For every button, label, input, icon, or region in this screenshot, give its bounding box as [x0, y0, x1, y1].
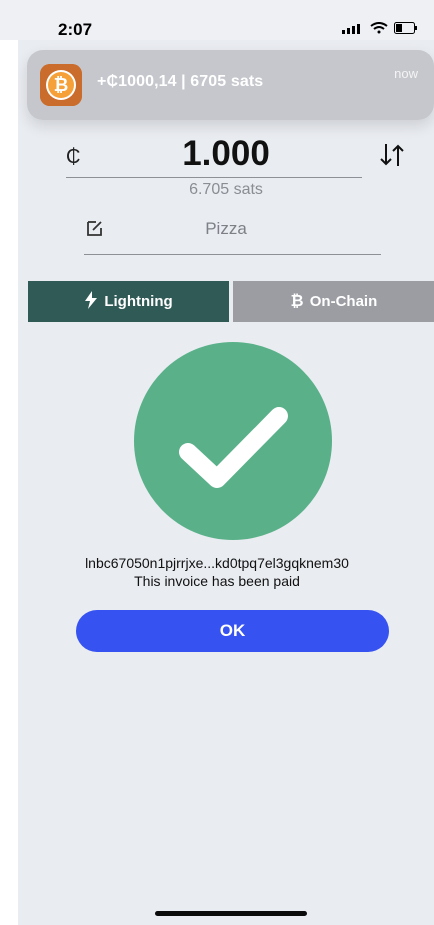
tab-lightning-label: Lightning	[104, 293, 173, 310]
checkmark-icon	[179, 407, 288, 488]
invoice-id: lnbc67050n1pjrrjxe...kd0tpq7el3gqknem30	[85, 555, 349, 571]
memo-underline	[84, 254, 381, 255]
bitcoin-icon: ₿	[40, 64, 82, 106]
tab-lightning[interactable]: Lightning	[28, 281, 229, 322]
signal-icon	[342, 24, 360, 34]
payment-method-tabs: Lightning ₿ On-Chain	[28, 281, 434, 322]
battery-icon	[394, 22, 417, 34]
sats-amount: 6.705 sats	[189, 181, 263, 198]
amount-underline	[66, 177, 362, 178]
svg-text:₿: ₿	[290, 292, 303, 309]
bitcoin-icon: ₿	[290, 291, 304, 313]
home-indicator	[155, 911, 307, 916]
ok-button[interactable]: OK	[76, 610, 389, 652]
status-icons	[342, 22, 418, 34]
swap-arrows-icon[interactable]	[376, 142, 408, 173]
wifi-icon	[370, 22, 388, 34]
notification-text: +₵1000,14 | 6705 sats	[97, 73, 264, 90]
left-margin-band	[0, 0, 18, 40]
tab-onchain-label: On-Chain	[309, 293, 378, 310]
notification-time: now	[394, 66, 418, 81]
status-time: 2:07	[58, 20, 93, 39]
svg-text:₿: ₿	[54, 75, 69, 95]
success-check	[134, 342, 332, 540]
amount-value[interactable]: 1.000	[18, 134, 434, 174]
lightning-icon	[84, 290, 98, 313]
tab-onchain[interactable]: ₿ On-Chain	[233, 281, 434, 322]
app-screen: 2:07 ₿ +₵1000,14 | 6705 sats now ₵ 1.000…	[18, 0, 434, 925]
payment-notification[interactable]: ₿ +₵1000,14 | 6705 sats now	[27, 50, 434, 120]
memo-text[interactable]: Pizza	[18, 219, 434, 239]
invoice-status: This invoice has been paid	[134, 573, 300, 589]
